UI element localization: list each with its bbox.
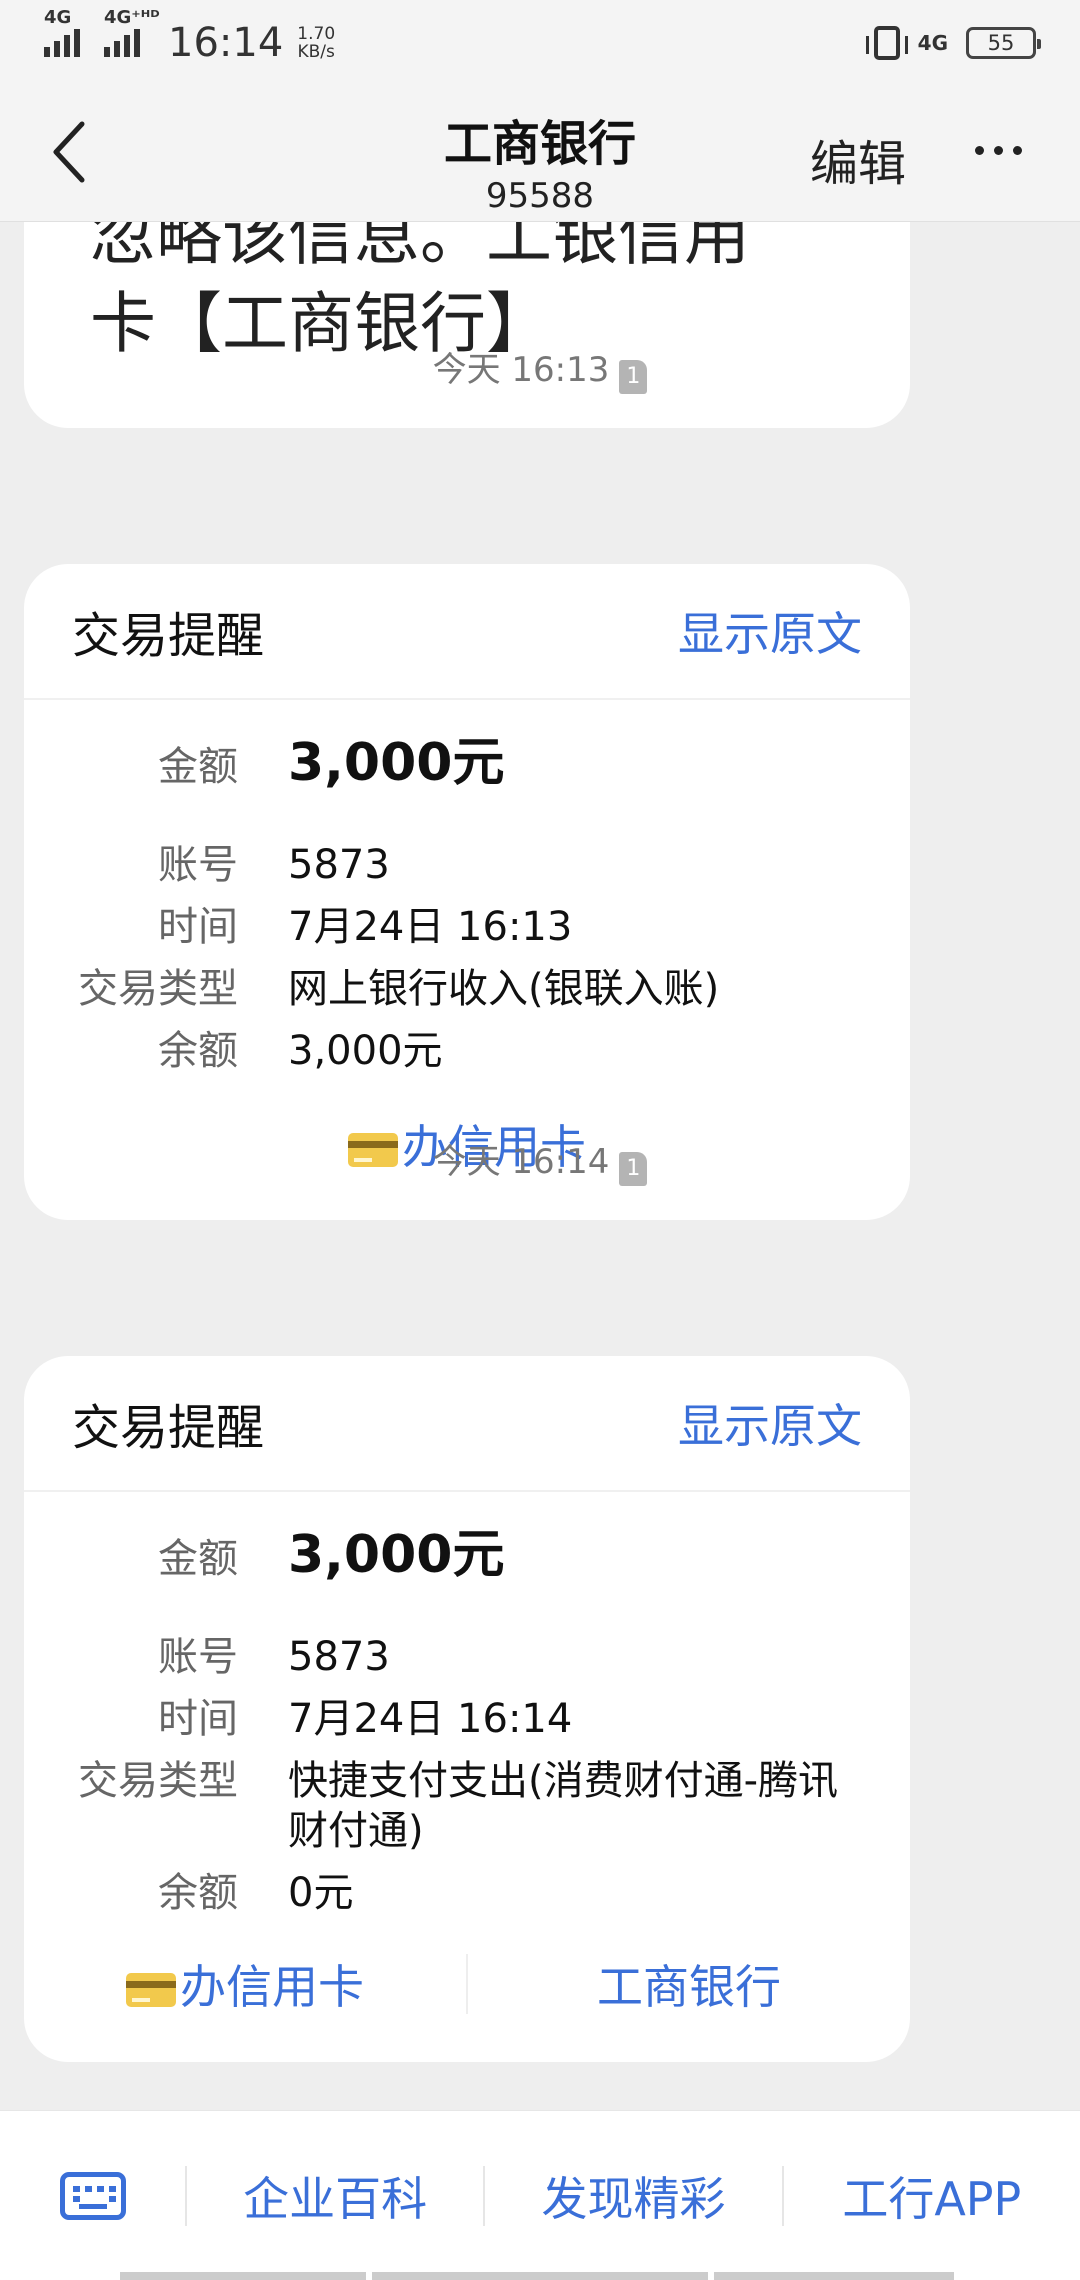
sim-card-icon: 1 bbox=[619, 360, 648, 394]
sim-card-icon: 1 bbox=[619, 1152, 648, 1186]
apply-credit-card-button[interactable]: 办信用卡 bbox=[24, 1951, 466, 2017]
account-row: 账号 5873 bbox=[158, 842, 390, 888]
page-title: 工商银行 bbox=[443, 116, 636, 172]
message-text: 忽略该信息。工银信用 bbox=[90, 222, 750, 274]
transaction-card[interactable]: 交易提醒 显示原文 金额 3,000元 账号 5873 时间 7月24日 16:… bbox=[24, 564, 910, 1220]
card-title: 交易提醒 bbox=[72, 1400, 265, 1456]
status-time: 16:14 bbox=[168, 20, 284, 66]
show-original-link[interactable]: 显示原文 bbox=[678, 1390, 862, 1456]
edit-button[interactable]: 编辑 bbox=[810, 124, 906, 194]
menu-item-icbc-app[interactable]: 工行APP bbox=[784, 2163, 1080, 2229]
credit-card-icon bbox=[126, 1973, 176, 2007]
message-timestamp: 今天 16:13 1 bbox=[0, 342, 1080, 394]
message-list[interactable]: 忽略该信息。工银信用 卡【工商银行】 今天 16:13 1 交易提醒 显示原文 金… bbox=[0, 222, 1080, 2110]
chevron-left-icon bbox=[53, 121, 85, 183]
amount-value: 3,000元 bbox=[288, 733, 505, 793]
battery-icon: 55 bbox=[966, 27, 1041, 59]
signal-icon-2: 4G⁺ᴴᴰ bbox=[104, 7, 160, 57]
show-original-link[interactable]: 显示原文 bbox=[678, 598, 862, 664]
time-row: 时间 7月24日 16:13 bbox=[158, 904, 573, 950]
keyboard-toggle-button[interactable] bbox=[0, 2172, 185, 2220]
time-row: 时间 7月24日 16:14 bbox=[158, 1696, 573, 1742]
vibrate-icon bbox=[865, 26, 908, 60]
amount-row: 金额 3,000元 bbox=[24, 1526, 910, 1584]
transaction-type-row: 交易类型 网上银行收入(银联入账) bbox=[78, 966, 720, 1012]
signal-icon: 4G bbox=[44, 7, 80, 57]
balance-row: 余额 3,000元 bbox=[158, 1028, 443, 1074]
sender-number: 95588 bbox=[485, 176, 595, 216]
status-bar: 4G 4G⁺ᴴᴰ 16:14 1.70 KB/s 4G 55 bbox=[0, 0, 1080, 86]
network-speed: 1.70 KB/s bbox=[297, 24, 336, 62]
bottom-menu-bar: 企业百科 发现精彩 工行APP bbox=[0, 2110, 1080, 2280]
conversation-header: 工商银行 95588 编辑 bbox=[0, 86, 1080, 222]
account-row: 账号 5873 bbox=[158, 1634, 390, 1680]
transaction-card[interactable]: 交易提醒 显示原文 金额 3,000元 账号 5873 时间 7月24日 16:… bbox=[24, 1356, 910, 2062]
transaction-type-row: 交易类型 快捷支付支出(消费财付通-腾讯财付通) bbox=[78, 1758, 839, 1854]
icbc-button[interactable]: 工商银行 bbox=[468, 1951, 910, 2017]
balance-row: 余额 0元 bbox=[158, 1870, 354, 1916]
keyboard-icon bbox=[59, 2172, 126, 2220]
more-options-icon[interactable] bbox=[975, 146, 1022, 155]
menu-item-discover[interactable]: 发现精彩 bbox=[485, 2163, 781, 2229]
message-bubble-partial[interactable]: 忽略该信息。工银信用 卡【工商银行】 bbox=[24, 222, 910, 428]
card-actions: 办信用卡 工商银行 bbox=[24, 1934, 910, 2034]
amount-row: 金额 3,000元 bbox=[24, 734, 910, 792]
menu-item-company-wiki[interactable]: 企业百科 bbox=[187, 2163, 483, 2229]
back-button[interactable] bbox=[50, 120, 110, 190]
amount-value: 3,000元 bbox=[288, 1525, 505, 1585]
gesture-bar bbox=[0, 2272, 1080, 2280]
network-type-label: 4G bbox=[44, 7, 72, 28]
network-type-label-2: 4G⁺ᴴᴰ bbox=[104, 7, 160, 28]
network-icon: 4G bbox=[917, 31, 948, 55]
message-timestamp: 今天 16:14 1 bbox=[0, 1134, 1080, 1186]
card-title: 交易提醒 bbox=[72, 608, 265, 664]
